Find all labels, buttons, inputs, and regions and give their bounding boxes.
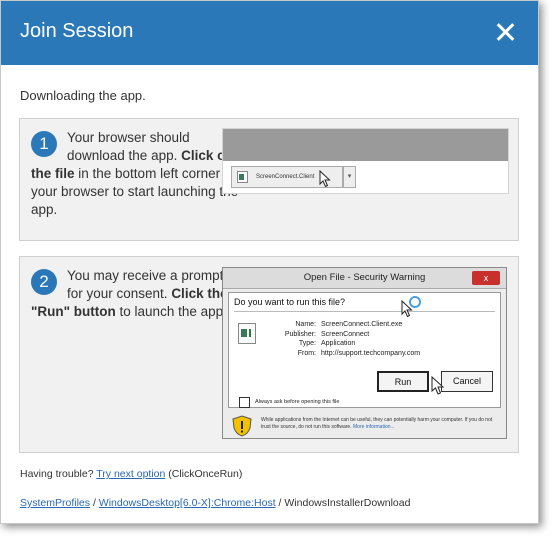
join-session-dialog: Join Session Downloading the app. 1 Your … (0, 0, 539, 524)
breadcrumb: SystemProfiles / WindowsDesktop[6.0-X]:C… (20, 497, 410, 509)
run-button-image: Run (377, 371, 429, 392)
detail-key: From: (297, 349, 316, 357)
download-file-label: ScreenConnect.Client (256, 174, 315, 180)
shield-warning-icon (232, 415, 252, 442)
step-number-badge: 2 (31, 269, 57, 295)
security-warning-image: Open File - Security Warning x Do you wa… (222, 267, 507, 439)
file-icon (237, 171, 248, 183)
security-dialog-body: Do you want to run this file? Name: Scree… (228, 292, 501, 408)
breadcrumb-link[interactable]: SystemProfiles (20, 497, 90, 509)
chevron-down-icon: ▾ (343, 166, 356, 188)
detail-value: http://support.techcompany.com (321, 349, 421, 357)
breadcrumb-link[interactable]: WindowsDesktop[6.0-X]:Chrome:Host (99, 497, 276, 509)
try-next-option-link[interactable]: Try next option (96, 468, 165, 480)
browser-download-bar-image: ScreenConnect.Client ▾ (222, 128, 509, 194)
step-2-text-b: to launch the app. (115, 304, 227, 319)
trouble-prefix: Having trouble? (20, 468, 97, 480)
warning-text: While applications from the Internet can… (261, 417, 496, 431)
detail-row: From: http://support.techcompany.com (269, 349, 420, 359)
dialog-header: Join Session (1, 1, 538, 65)
checkbox-image (239, 397, 250, 408)
detail-key: Publisher: (284, 330, 316, 338)
detail-key: Name: (295, 321, 316, 328)
step-2-text: 2 You may receive a prompt for your conse… (31, 267, 241, 321)
step-number-badge: 1 (31, 131, 57, 157)
security-window-titlebar: Open File - Security Warning x (223, 268, 506, 289)
detail-row: Type: Application (269, 339, 420, 349)
detail-row: Publisher: ScreenConnect (269, 330, 420, 340)
divider (234, 311, 495, 312)
detail-value: ScreenConnect (321, 330, 370, 338)
cancel-button-image: Cancel (441, 371, 493, 392)
checkbox-label: Always ask before opening this file (255, 399, 340, 405)
detail-value: Application (321, 340, 356, 347)
detail-row: Name: ScreenConnect.Client.exe (269, 320, 420, 330)
breadcrumb-current: WindowsInstallerDownload (284, 497, 411, 509)
security-window-title: Open File - Security Warning (303, 272, 426, 283)
detail-key: Type: (298, 340, 316, 347)
trouble-suffix: (ClickOnceRun) (165, 468, 243, 480)
step-1-panel: 1 Your browser should download the app. C… (19, 118, 519, 241)
trouble-text: Having trouble? Try next option (ClickOn… (20, 468, 242, 480)
browser-top-area (223, 129, 508, 161)
dialog-title: Join Session (20, 20, 134, 42)
file-details: Name: ScreenConnect.Client.exe Publisher:… (269, 320, 420, 358)
more-info-link: More information... (353, 424, 395, 430)
application-icon (238, 323, 256, 344)
close-icon[interactable] (492, 19, 518, 45)
run-question: Do you want to run this file? (234, 297, 346, 307)
breadcrumb-separator: / (90, 497, 99, 509)
step-2-panel: 2 You may receive a prompt for your conse… (19, 256, 519, 453)
close-icon: x (472, 271, 500, 285)
step-1-text-a: Your browser should download the app. (67, 130, 190, 163)
warning-area: While applications from the Internet can… (228, 414, 501, 437)
intro-text: Downloading the app. (20, 88, 146, 103)
step-1-text: 1 Your browser should download the app. C… (31, 129, 241, 219)
detail-value: ScreenConnect.Client.exe (321, 321, 403, 328)
